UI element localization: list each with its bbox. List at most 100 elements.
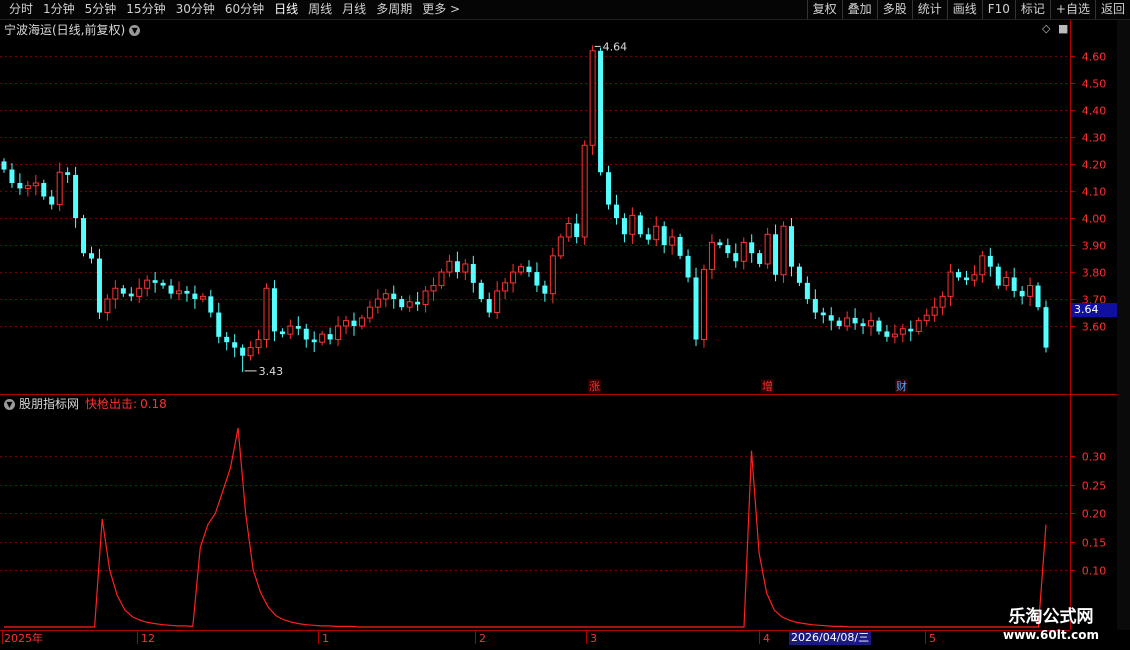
price-tick-label: 3.80	[1082, 267, 1107, 280]
candle-body	[56, 171, 63, 206]
indicator-grid: 0.10 0.15 0.20 0.25 0.30	[0, 451, 1106, 578]
candle	[557, 233, 564, 260]
candle-body	[24, 185, 31, 189]
candle	[104, 294, 111, 321]
candle-body	[271, 288, 277, 332]
candle	[438, 268, 445, 289]
candle	[232, 334, 238, 358]
candle-body	[725, 245, 731, 254]
candle	[574, 213, 580, 244]
candle	[32, 174, 39, 196]
candle-body	[757, 253, 763, 264]
candle	[216, 302, 222, 344]
candle-body	[232, 342, 238, 348]
candle-body	[32, 182, 39, 187]
candle-body	[120, 288, 126, 294]
price-tick-label: 4.50	[1082, 78, 1107, 91]
candle-body	[311, 339, 317, 343]
main-panel-title[interactable]: 宁波海运(日线,前复权) ▼	[4, 22, 144, 38]
candle	[382, 288, 389, 308]
date-axis-month: 12	[141, 632, 155, 645]
candle	[88, 246, 94, 264]
date-axis-month: 5	[929, 632, 936, 645]
candle-body	[804, 282, 810, 300]
candle	[199, 293, 206, 303]
candle	[971, 265, 978, 287]
candle-body	[708, 241, 715, 270]
candle-body	[406, 301, 413, 308]
indicator-tick-label: 0.30	[1082, 451, 1107, 464]
candle	[629, 207, 636, 244]
indicator-tick-label: 0.25	[1082, 480, 1107, 493]
candle	[1003, 270, 1010, 291]
candle-body	[931, 306, 938, 316]
candle-body	[446, 260, 453, 273]
candle-body	[549, 255, 556, 295]
chevron-down-icon[interactable]: ▼	[4, 398, 15, 410]
candle-body	[995, 266, 1001, 286]
candle	[208, 289, 214, 318]
date-axis-month: 3	[590, 632, 597, 645]
candle	[820, 307, 826, 324]
candle-body	[661, 226, 667, 246]
candle	[661, 221, 667, 254]
candle-body	[621, 218, 627, 235]
candle-body	[303, 328, 309, 340]
candle-body	[526, 266, 532, 273]
candle	[391, 285, 397, 309]
candle	[73, 166, 79, 228]
candle	[700, 264, 707, 348]
candle-body	[343, 320, 350, 327]
candle-body	[494, 290, 501, 314]
candle	[788, 218, 794, 277]
candle-body	[565, 222, 572, 238]
candle	[764, 227, 771, 269]
candle-body	[224, 336, 230, 343]
candle	[24, 180, 31, 197]
candle	[812, 289, 818, 320]
indicator-name: 股朋指标网	[19, 397, 80, 411]
candle	[311, 331, 317, 352]
candle-body	[1035, 285, 1041, 308]
extreme-annotations: 4.64 3.43	[244, 40, 627, 378]
candle-body	[1, 161, 7, 170]
candle-body	[598, 50, 604, 173]
candle-body	[1027, 285, 1034, 297]
candle	[327, 327, 333, 345]
watermark: 乐淘公式网 www.60lt.com	[992, 606, 1110, 643]
candle	[1043, 300, 1049, 353]
chevron-down-icon[interactable]: ▼	[129, 24, 141, 36]
candle-body	[645, 234, 651, 240]
candle	[510, 263, 517, 293]
candle-body	[613, 204, 619, 219]
candle	[168, 279, 174, 299]
candle	[868, 312, 875, 336]
candle-body	[96, 258, 102, 313]
record-icon[interactable]: ■	[1058, 22, 1068, 35]
indicator-tick-label: 0.15	[1082, 537, 1107, 550]
candle	[406, 295, 413, 312]
candle	[462, 259, 469, 281]
candle-body	[557, 236, 564, 257]
candle-body	[1003, 276, 1010, 287]
candle	[749, 234, 755, 263]
candle	[908, 320, 914, 342]
candle-body	[574, 223, 580, 237]
watermark-title: 乐淘公式网	[1008, 607, 1094, 627]
low-label: 3.43	[259, 365, 284, 378]
candle	[613, 194, 619, 225]
diamond-icon[interactable]: ◇	[1042, 22, 1050, 35]
indicator-panel-title[interactable]: ▼ 股朋指标网 快枪出击: 0.18	[4, 396, 167, 412]
candle	[446, 254, 453, 277]
date-axis-month: 2	[479, 632, 486, 645]
chart-canvas[interactable]: 3.603.703.803.904.004.104.204.304.404.50…	[0, 0, 1130, 650]
candle	[224, 331, 230, 351]
candle-body	[908, 328, 914, 332]
candle-body	[128, 293, 134, 297]
candle-body	[175, 290, 182, 295]
candle	[144, 275, 151, 297]
candle-body	[478, 282, 484, 300]
candle	[343, 315, 350, 335]
candle-body	[820, 312, 826, 316]
candle	[335, 316, 342, 346]
